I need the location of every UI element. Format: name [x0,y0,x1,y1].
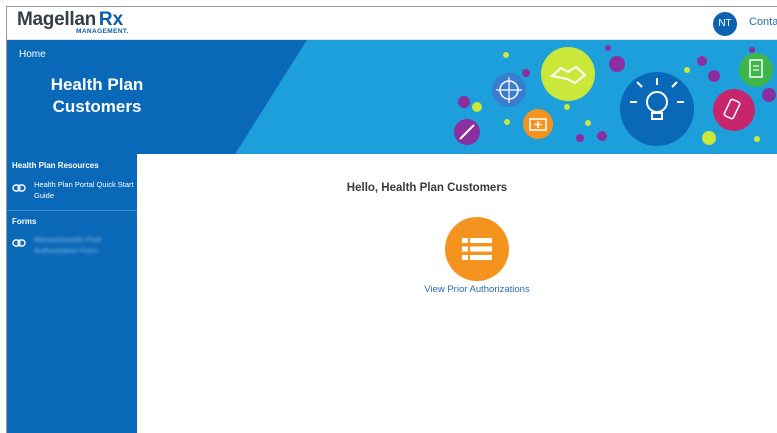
decor-dot [749,47,755,53]
decor-dot [585,120,591,126]
sidebar-heading-forms: Forms [12,217,37,226]
hero-banner: Home Health Plan Customers [7,40,777,154]
home-link[interactable]: Home [19,49,46,60]
sidebar-item-label: Health Plan Portal Quick Start Guide [34,180,134,200]
sidebar-item-quick-start-guide[interactable]: Health Plan Portal Quick Start Guide [12,179,134,201]
magellan-rx-logo[interactable]: Magellan Rx MANAGEMENT. [17,9,128,35]
link-icon [12,184,26,192]
sidebar-item-label: Massachusetts Prior Authorization Form [34,235,102,255]
lightbulb-icon [620,72,694,146]
view-prior-authorizations-link[interactable]: View Prior Authorizations [387,284,567,295]
logo-subtitle: MANAGEMENT. [76,28,129,35]
clipboard-icon [739,53,773,87]
sidebar: Health Plan Resources Health Plan Portal… [7,154,137,433]
sidebar-divider [7,210,137,211]
decor-dot [472,102,482,112]
link-icon [12,239,26,247]
decor-dot [702,131,716,145]
decor-dot [684,67,690,73]
list-icon [462,238,492,260]
decor-dot [564,104,570,110]
decor-dot [605,45,611,51]
logo-rx: Rx [98,9,124,30]
decor-dot [522,69,530,77]
user-avatar[interactable]: NT [713,12,737,36]
page-title: Health Plan Customers [50,75,144,116]
syringe-icon [454,119,480,145]
decor-dot [504,119,510,125]
phone-icon [713,89,755,131]
sidebar-item-prior-authorization-form[interactable]: Massachusetts Prior Authorization Form [12,234,134,256]
top-bar: MagellanRx MANAGEMENT. NT Contac [7,7,777,40]
decor-dot [708,70,720,82]
first-aid-kit-icon [523,109,553,139]
sidebar-heading-health-plan-resources: Health Plan Resources [12,161,99,170]
logo-word: Magellan [17,9,96,30]
decor-dot [697,56,707,66]
decor-dot [609,56,625,72]
decor-dot [458,96,470,108]
handshake-icon [541,47,595,101]
decor-dot [503,52,509,58]
view-prior-authorizations-button[interactable] [445,217,509,281]
contact-link[interactable]: Contac [749,16,777,28]
decor-dot [754,136,760,142]
decor-dot [762,88,776,102]
decor-dot [597,131,607,141]
app-window: MagellanRx MANAGEMENT. NT Contac [6,6,777,433]
decor-dot [576,134,584,142]
greeting-heading: Hello, Health Plan Customers [346,182,508,194]
target-icon [492,73,526,107]
